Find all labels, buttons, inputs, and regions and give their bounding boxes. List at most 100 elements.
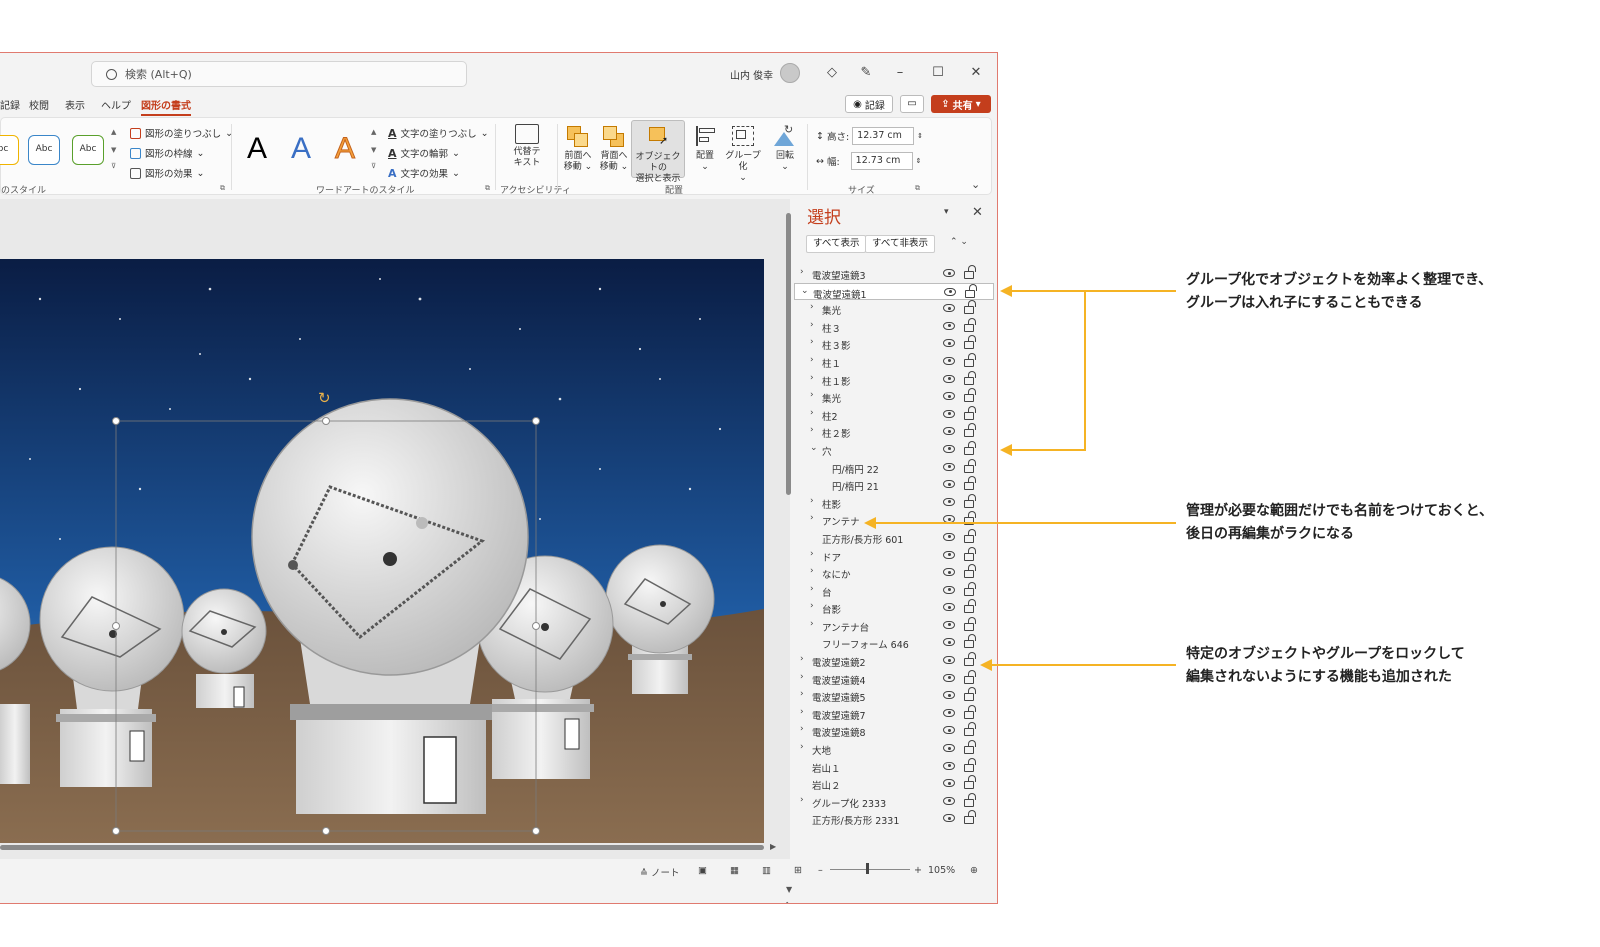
chevron-right-icon[interactable]: › <box>810 337 820 347</box>
shape-style-1[interactable]: bc <box>0 135 19 165</box>
unlock-icon[interactable] <box>964 564 976 579</box>
gallery-scroll-icon[interactable]: ▲ <box>111 128 116 136</box>
tab-review[interactable]: 校閲 <box>29 97 49 112</box>
eye-icon[interactable] <box>943 532 955 541</box>
shape-style-3[interactable]: Abc <box>72 135 104 165</box>
width-input[interactable]: 12.73 cm <box>850 152 913 170</box>
eye-icon[interactable] <box>943 761 955 770</box>
unlock-icon[interactable] <box>964 511 976 526</box>
pen-icon[interactable]: ✎ <box>856 63 876 83</box>
unlock-icon[interactable] <box>964 458 976 473</box>
eye-icon[interactable] <box>943 339 955 348</box>
text-fill-button[interactable]: A 文字の塗りつぶし ⌄ <box>388 126 489 141</box>
avatar[interactable] <box>780 63 800 83</box>
tree-item[interactable]: › 電波望遠鏡4 <box>794 669 994 688</box>
tree-item[interactable]: 岩山１ <box>794 757 994 776</box>
unlock-icon[interactable] <box>964 581 976 596</box>
eye-icon[interactable] <box>943 814 955 823</box>
unlock-icon[interactable] <box>964 792 976 807</box>
eye-icon[interactable] <box>943 568 955 577</box>
eye-icon[interactable] <box>944 287 956 296</box>
width-field[interactable]: ↔ 幅: 12.73 cm ⇕ <box>816 152 922 170</box>
spin-icon[interactable]: ⇕ <box>917 132 923 140</box>
text-effects-button[interactable]: A 文字の効果 ⌄ <box>388 166 460 181</box>
chevron-right-icon[interactable]: › <box>810 320 820 330</box>
gallery-more-icon[interactable]: ⊽ <box>111 162 116 170</box>
slideshow-icon[interactable]: ⊞ <box>794 865 802 876</box>
chevron-right-icon[interactable]: › <box>810 549 820 559</box>
chevron-right-icon[interactable]: › <box>800 672 810 682</box>
group-button[interactable]: グループ化 ⌄ <box>721 124 765 184</box>
unlock-icon[interactable] <box>964 423 976 438</box>
wordart-style-black[interactable]: A <box>247 132 267 166</box>
hide-all-button[interactable]: すべて非表示 <box>865 235 935 253</box>
eye-icon[interactable] <box>943 585 955 594</box>
spin-icon[interactable]: ⇕ <box>916 157 922 165</box>
chevron-right-icon[interactable]: › <box>810 513 820 523</box>
eye-icon[interactable] <box>943 673 955 682</box>
gallery-more-icon[interactable]: ⊽ <box>371 162 376 170</box>
tree-item[interactable]: 円/楕円 21 <box>794 476 994 494</box>
tree-item[interactable]: › 柱2 <box>794 405 994 424</box>
tree-item[interactable]: › 電波望遠鏡2 <box>794 652 994 670</box>
chevron-right-icon[interactable]: › <box>800 689 810 699</box>
zoom-slider-thumb[interactable] <box>866 863 869 874</box>
dialog-launcher-icon[interactable]: ⧉ <box>915 184 920 193</box>
tree-item[interactable]: › 電波望遠鏡3 <box>794 265 994 283</box>
unlock-icon[interactable] <box>964 388 976 403</box>
unlock-icon[interactable] <box>964 775 976 790</box>
unlock-icon[interactable] <box>964 810 976 825</box>
selection-pane-button[interactable]: ➚ オブジェクトの 選択と表示 <box>631 120 685 184</box>
chevron-right-icon[interactable]: › <box>810 584 820 594</box>
tree-item[interactable]: 円/楕円 22 <box>794 458 994 477</box>
unlock-icon[interactable] <box>964 616 976 631</box>
unlock-icon[interactable] <box>964 634 976 649</box>
tree-item[interactable]: › 柱３ <box>794 317 994 336</box>
pane-options-icon[interactable]: ▾ <box>944 207 949 217</box>
eye-icon[interactable] <box>943 656 955 665</box>
vertical-scrollbar[interactable] <box>786 213 791 495</box>
chevron-down-icon[interactable]: ⌄ <box>810 443 820 453</box>
zoom-out-icon[interactable]: – <box>818 865 823 876</box>
fit-slide-icon[interactable]: ⊕ <box>970 865 978 876</box>
unlock-icon[interactable] <box>964 370 976 385</box>
close-icon[interactable]: ✕ <box>972 205 983 220</box>
tree-item[interactable]: › アンテナ <box>794 511 994 529</box>
reading-view-icon[interactable]: ▥ <box>762 865 771 876</box>
tab-shape-format[interactable]: 図形の書式 <box>141 97 191 116</box>
share-button[interactable]: ⇪ 共有 ▾ <box>931 95 991 113</box>
tree-item[interactable]: › 柱２影 <box>794 423 994 441</box>
wordart-style-orange[interactable]: A <box>334 132 355 166</box>
eye-icon[interactable] <box>943 708 955 717</box>
tree-item[interactable]: › なにか <box>794 564 994 582</box>
minimize-icon[interactable]: – <box>890 63 910 83</box>
tree-item[interactable]: › 台 <box>794 581 994 600</box>
tab-help[interactable]: ヘルプ <box>101 97 131 112</box>
tree-item[interactable]: › アンテナ台 <box>794 616 994 635</box>
eye-icon[interactable] <box>943 462 955 471</box>
tree-item[interactable]: › 電波望遠鏡5 <box>794 687 994 705</box>
tree-item[interactable]: フリーフォーム 646 <box>794 634 994 652</box>
tab-view[interactable]: 表示 <box>65 97 85 112</box>
reorder-arrows[interactable]: ⌃ ⌄ <box>950 237 968 247</box>
diamond-icon[interactable]: ◇ <box>822 63 842 83</box>
chevron-down-icon[interactable]: ⌄ <box>801 286 811 296</box>
chevron-right-icon[interactable]: › <box>810 373 820 383</box>
unlock-icon[interactable] <box>964 757 976 772</box>
eye-icon[interactable] <box>943 744 955 753</box>
show-all-button[interactable]: すべて表示 <box>806 235 867 253</box>
eye-icon[interactable] <box>943 550 955 559</box>
eye-icon[interactable] <box>943 779 955 788</box>
eye-icon[interactable] <box>943 392 955 401</box>
unlock-icon[interactable] <box>964 546 976 561</box>
zoom-in-icon[interactable]: + <box>914 865 922 876</box>
chevron-right-icon[interactable]: › <box>810 355 820 365</box>
unlock-icon[interactable] <box>964 669 976 684</box>
tree-item[interactable]: › グループ化 2333 <box>794 792 994 811</box>
tree-item[interactable]: › 電波望遠鏡7 <box>794 704 994 723</box>
unlock-icon[interactable] <box>964 352 976 367</box>
unlock-icon[interactable] <box>964 528 976 543</box>
unlock-icon[interactable] <box>964 704 976 719</box>
zoom-slider[interactable] <box>830 869 910 870</box>
eye-icon[interactable] <box>943 620 955 629</box>
